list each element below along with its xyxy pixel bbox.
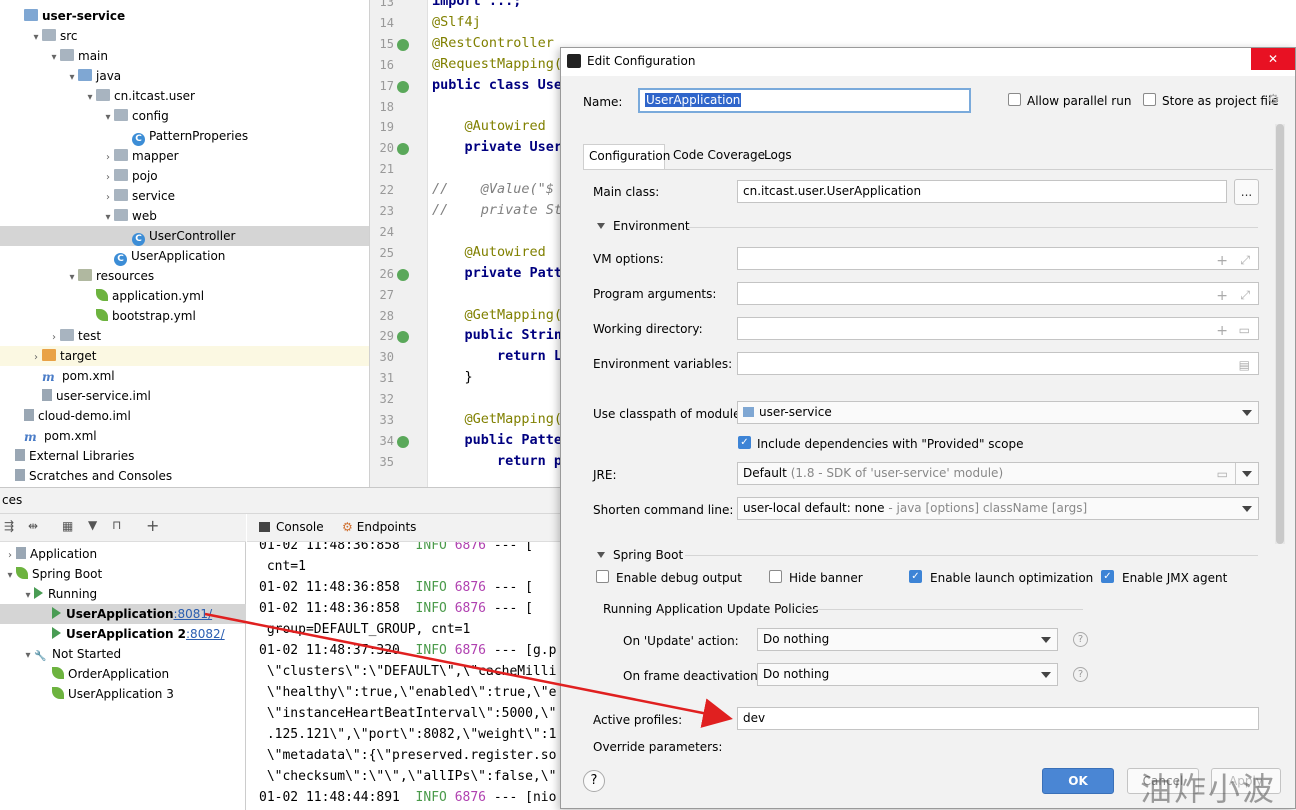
watermark: 油炸小波 [1140, 770, 1277, 808]
annotation-arrow [204, 612, 733, 728]
